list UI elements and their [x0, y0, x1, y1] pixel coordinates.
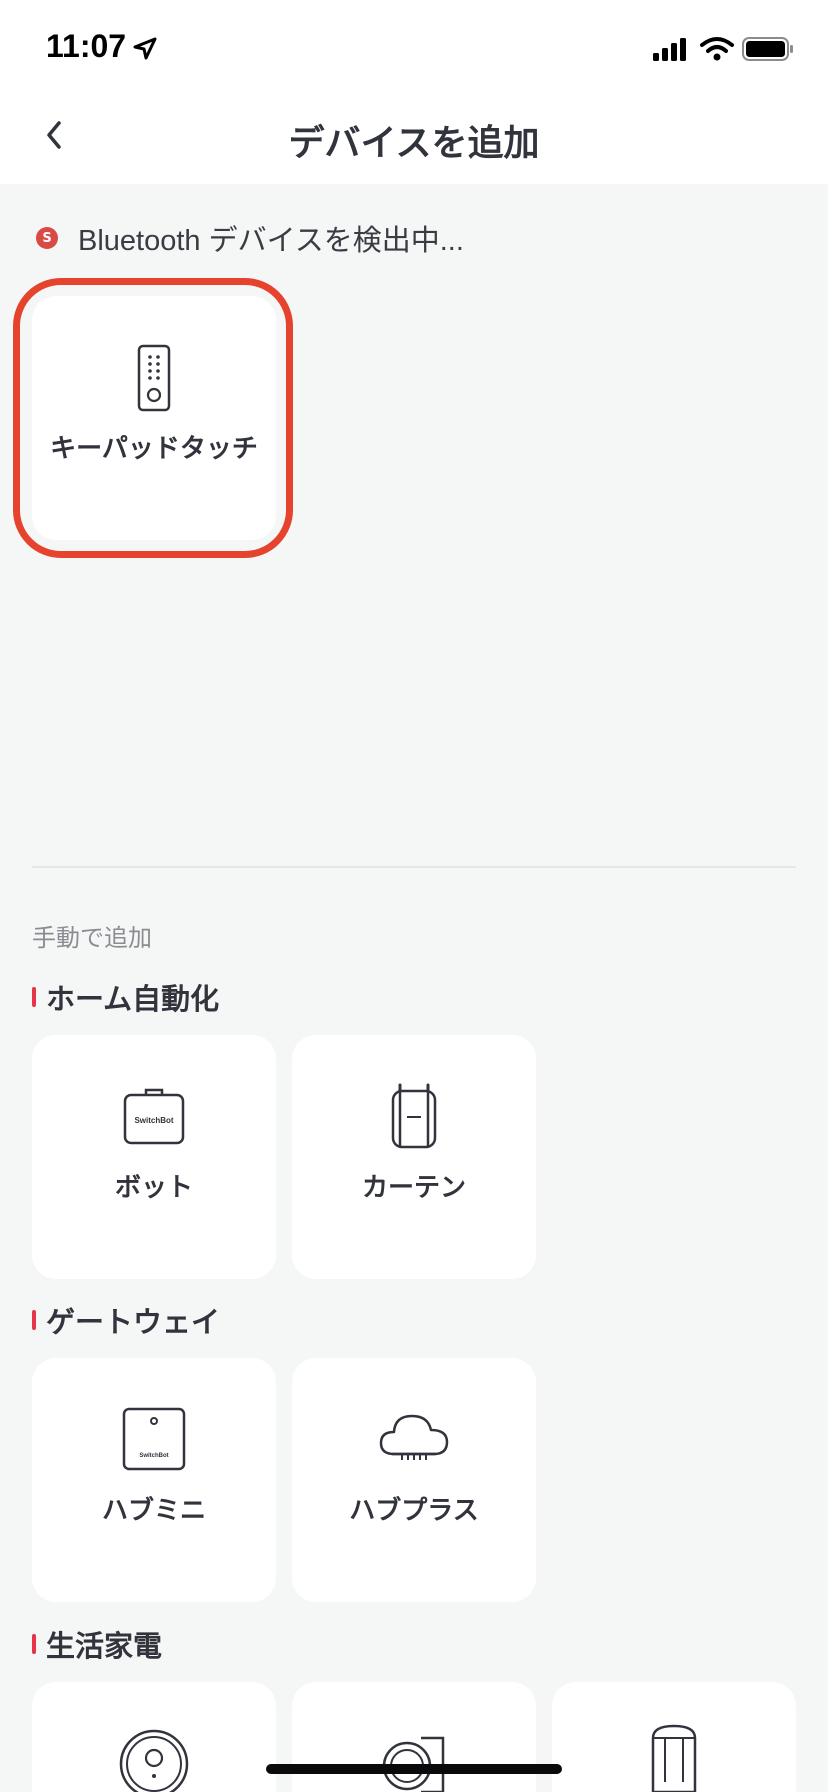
- section-title-gateway: ゲートウェイ: [32, 1299, 220, 1341]
- switchbot-logo-icon: S: [36, 227, 58, 249]
- page-title: デバイスを追加: [288, 123, 540, 164]
- manual-add-label: 手動で追加: [32, 924, 152, 952]
- device-card-robot-vacuum[interactable]: [32, 1682, 276, 1792]
- curtain-icon: [391, 1083, 437, 1149]
- nav-bar: デバイスを追加: [0, 96, 828, 184]
- bot-icon: SwitchBot: [123, 1088, 185, 1145]
- section-title-home-automation: ホーム自動化: [32, 976, 219, 1018]
- scan-status-label: Bluetooth デバイスを検出中...: [78, 225, 464, 257]
- section-title-home-appliances: 生活家電: [32, 1623, 162, 1665]
- device-label: ボット: [114, 1173, 193, 1203]
- battery-icon: [742, 37, 793, 61]
- section-title-label: ホーム自動化: [46, 982, 220, 1016]
- section-title-label: 生活家電: [46, 1629, 163, 1663]
- vacuum-dock-icon: [382, 1736, 445, 1792]
- section-accent: [32, 1310, 36, 1330]
- device-label: ハブプラス: [349, 1496, 479, 1526]
- device-label: キーパッドタッチ: [50, 434, 258, 464]
- robot-vacuum-icon: [119, 1729, 189, 1792]
- found-device-card-keypad-touch[interactable]: キーパッドタッチ: [32, 296, 276, 540]
- section-accent: [32, 1634, 36, 1654]
- divider: [32, 866, 796, 868]
- cellular-signal-icon: [653, 38, 686, 61]
- wifi-icon: [700, 37, 734, 61]
- device-card-hub-mini[interactable]: SwitchBot ハブミニ: [32, 1358, 276, 1602]
- hub-mini-icon: SwitchBot: [122, 1407, 186, 1471]
- device-card-curtain[interactable]: カーテン: [292, 1035, 536, 1279]
- keypad-touch-icon: [137, 344, 171, 412]
- section-title-label: ゲートウェイ: [46, 1305, 221, 1339]
- humidifier-icon: [651, 1724, 697, 1792]
- status-time: 11:07: [46, 28, 127, 64]
- location-arrow-icon: [133, 37, 157, 60]
- hub-plus-cloud-icon: [379, 1414, 449, 1460]
- bot-logo-text: SwitchBot: [134, 1116, 173, 1125]
- device-label: ハブミニ: [101, 1496, 206, 1526]
- device-card-bot[interactable]: SwitchBot ボット: [32, 1035, 276, 1279]
- hub-mini-logo-text: SwitchBot: [139, 1453, 168, 1459]
- device-label: カーテン: [361, 1173, 466, 1203]
- status-bar: 11:07: [0, 0, 828, 96]
- device-card-vacuum-dock[interactable]: [292, 1682, 536, 1792]
- device-card-humidifier[interactable]: [552, 1682, 796, 1792]
- section-accent: [32, 987, 36, 1007]
- bluetooth-scan-status: S Bluetooth デバイスを検出中...: [36, 218, 464, 258]
- home-indicator[interactable]: [266, 1764, 562, 1774]
- device-card-hub-plus[interactable]: ハブプラス: [292, 1358, 536, 1602]
